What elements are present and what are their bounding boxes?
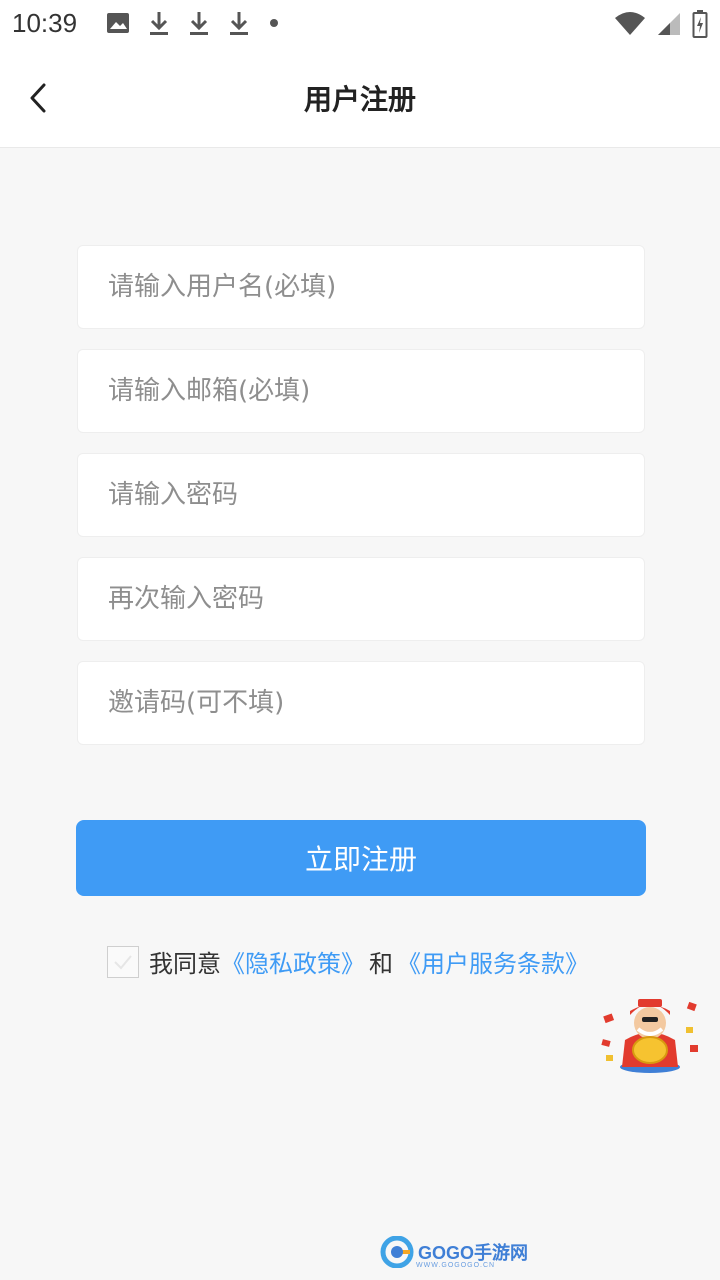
signal-icon <box>658 13 680 35</box>
email-field[interactable] <box>78 350 644 432</box>
check-icon <box>114 954 132 969</box>
image-icon <box>107 13 129 33</box>
email-field-container <box>77 349 645 433</box>
agreement-row: 我同意 《隐私政策》 和 《用户服务条款》 <box>107 944 589 979</box>
brand-watermark: GOGO手游网 WWW.GOGOGO.CN <box>380 1236 528 1269</box>
password-field[interactable] <box>78 454 644 536</box>
battery-icon <box>692 10 708 38</box>
registration-form <box>77 245 645 765</box>
agreement-prefix: 我同意 <box>149 950 221 978</box>
system-icons <box>614 10 708 38</box>
page-title: 用户注册 <box>303 83 416 116</box>
confirm-password-field-container <box>77 557 645 641</box>
privacy-policy-link[interactable]: 《隐私政策》 <box>221 944 365 979</box>
dot-icon <box>270 19 278 27</box>
invite-code-field[interactable] <box>78 662 644 744</box>
register-button[interactable]: 立即注册 <box>76 820 646 896</box>
gogo-logo-icon <box>380 1236 414 1268</box>
password-field-container <box>77 453 645 537</box>
download-icon <box>150 12 168 35</box>
mascot-floating-icon[interactable] <box>600 995 700 1075</box>
username-field-container <box>77 245 645 329</box>
confirm-password-field[interactable] <box>78 558 644 640</box>
username-field[interactable] <box>78 246 644 328</box>
agreement-conjunction: 和 <box>369 950 393 978</box>
app-header: 用户注册 <box>0 50 720 148</box>
status-bar: 10:39 <box>0 0 720 50</box>
invite-code-field-container <box>77 661 645 745</box>
watermark-url: WWW.GOGOGO.CN <box>416 1262 496 1269</box>
notification-icons <box>106 10 280 36</box>
terms-of-service-link[interactable]: 《用户服务条款》 <box>397 944 589 979</box>
status-time: 10:39 <box>12 8 78 38</box>
download-icon <box>190 12 208 35</box>
wifi-icon <box>615 12 645 35</box>
agree-checkbox[interactable] <box>107 945 139 978</box>
download-icon <box>230 12 248 35</box>
